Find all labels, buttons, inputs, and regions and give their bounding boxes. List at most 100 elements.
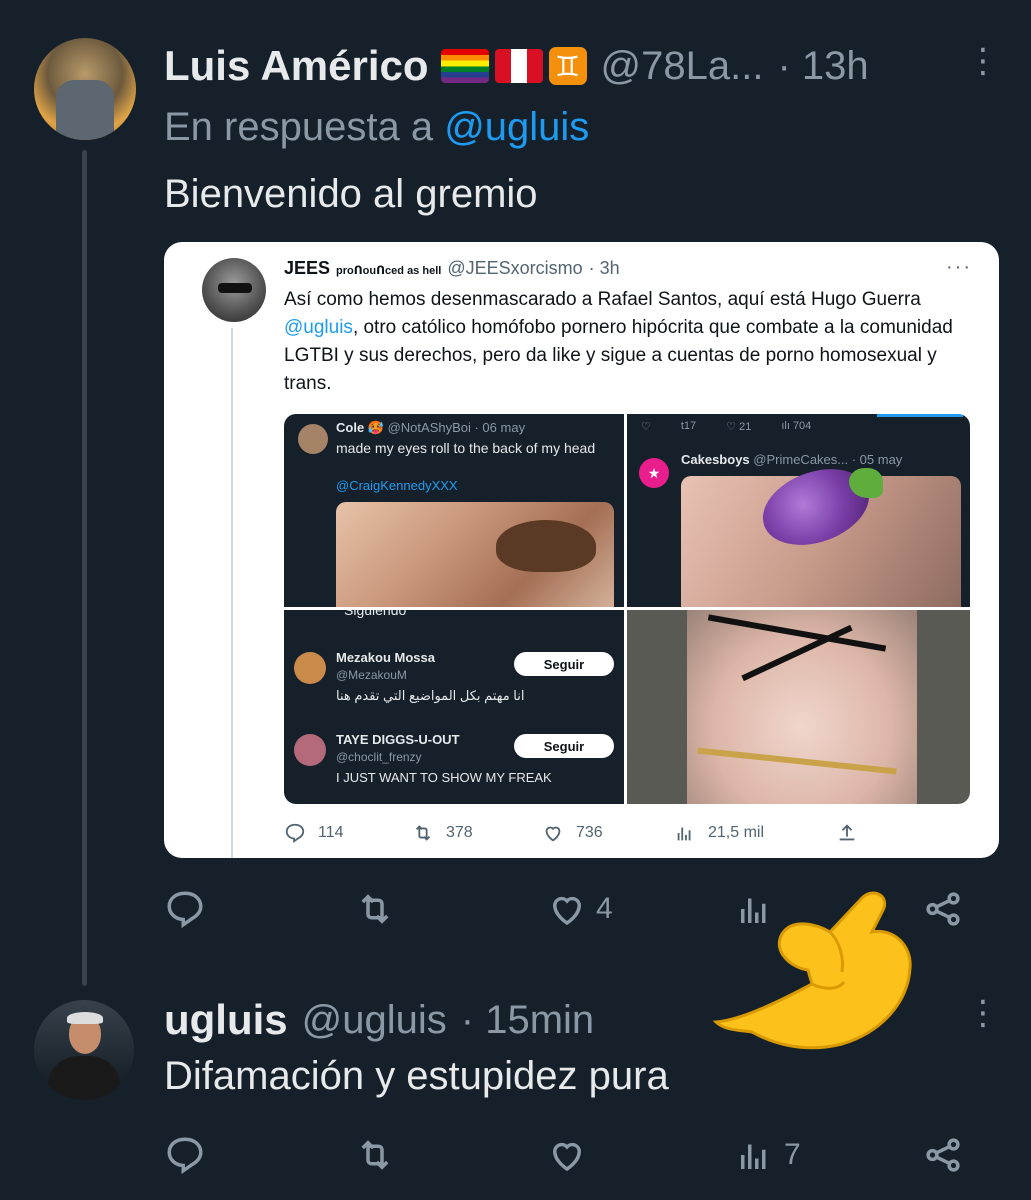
display-name: Mezakou Mossa — [336, 650, 435, 665]
timestamp: · 3h — [588, 258, 620, 278]
progress-bar — [877, 414, 963, 417]
photo — [336, 502, 614, 607]
share-icon — [926, 1138, 960, 1172]
user-handle: @JEESxorcismo — [447, 258, 583, 278]
more-options-icon[interactable]: ⋮ — [966, 996, 1000, 1030]
reply-prefix: En respuesta a — [164, 105, 445, 149]
display-name: Cole — [336, 420, 365, 435]
bio: انا مهتم بكل المواضيع التي تقدم هنا — [336, 688, 525, 703]
thread-connector-line — [231, 328, 233, 858]
like-button[interactable]: 4 — [546, 888, 613, 930]
avatar[interactable] — [34, 1000, 134, 1100]
display-name[interactable]: ugluis — [164, 996, 288, 1044]
views-icon — [677, 827, 691, 841]
reply-button[interactable] — [164, 1134, 206, 1176]
grid-image-1: Cole 🥵 @NotAShyBoi · 06 may made my eyes… — [284, 414, 624, 607]
like-count: 4 — [596, 892, 613, 925]
photo — [681, 455, 961, 607]
quoted-header: Cole 🥵 @NotAShyBoi · 06 may — [336, 420, 526, 435]
display-name: TAYE DIGGS-U-OUT — [336, 732, 460, 747]
timestamp[interactable]: · 13h — [777, 44, 868, 89]
embedded-tweet-header: JEES proᑎouᑎced as hell @JEESxorcismo · … — [284, 258, 620, 279]
share-button[interactable] — [922, 888, 964, 930]
views-count: 7 — [784, 1138, 801, 1171]
image-grid: Cole 🥵 @NotAShyBoi · 06 may made my eyes… — [284, 414, 970, 804]
user-handle: @PrimeCakes... · 05 may — [753, 452, 903, 467]
list-item: TAYE DIGGS-U-OUT @choclit_frenzy I JUST … — [294, 730, 616, 800]
avatar — [294, 734, 326, 766]
retweet-icon — [415, 825, 431, 841]
avatar — [298, 424, 328, 454]
grid-image-2: ♡ t17 ♡ 21 ılı 704 ★ Cakesboys @PrimeCak… — [627, 414, 970, 607]
eggplant-leaf — [849, 468, 883, 498]
action-icons: ♡ t17 ♡ 21 ılı 704 — [641, 420, 811, 433]
reply-count: 114 — [318, 824, 344, 841]
heart-icon — [552, 896, 582, 926]
list-item: Mezakou Mossa @MezakouM انا مهتم بكل الم… — [294, 648, 616, 718]
text-part: Así como hemos desenmascarado a Rafael S… — [284, 289, 921, 310]
reply-button[interactable] — [164, 888, 206, 930]
reply-icon: ♡ — [641, 421, 651, 433]
user-handle[interactable]: @ugluis — [302, 998, 447, 1043]
display-name: Cakesboys — [681, 452, 750, 467]
tweet-text: Difamación y estupidez pura — [164, 1054, 669, 1098]
follow-button: Seguir — [514, 734, 614, 758]
tweet-header: Luis Américo ♊ @78La... · 13h — [164, 38, 869, 94]
reply-context: En respuesta a @ugluis — [164, 105, 589, 150]
avatar — [202, 258, 266, 322]
heart-icon — [552, 1142, 582, 1172]
more-options-icon: ··· — [946, 256, 972, 278]
tweet-action-bar: 7 — [164, 1134, 974, 1184]
mention-link: @CraigKennedyXXX — [336, 478, 458, 493]
more-options-icon[interactable]: ⋮ — [966, 44, 1000, 78]
retweet-count: t17 — [680, 420, 697, 432]
pointing-hand-icon — [712, 891, 912, 1050]
user-handle: @choclit_frenzy — [336, 750, 422, 764]
share-action — [836, 822, 858, 844]
name-tag: proᑎouᑎced as hell — [336, 265, 442, 277]
quoted-text: made my eyes roll to the back of my head — [336, 440, 596, 456]
timestamp[interactable]: · 15min — [461, 998, 594, 1043]
share-icon — [926, 892, 960, 926]
retweet-button[interactable] — [354, 1134, 396, 1176]
user-handle: @NotAShyBoi · 06 may — [387, 420, 526, 435]
text-part: , otro católico homófobo pornero hipócri… — [284, 317, 953, 394]
embedded-tweet-text: Así como hemos desenmascarado a Rafael S… — [284, 286, 974, 398]
avatar[interactable] — [34, 38, 136, 140]
retweet-button[interactable] — [354, 888, 396, 930]
bio: I JUST WANT TO SHOW MY FREAK — [336, 770, 552, 785]
thread-connector-line — [82, 150, 87, 986]
embedded-screenshot[interactable]: JEES proᑎouᑎced as hell @JEESxorcismo · … — [164, 242, 999, 858]
views-count: 21,5 mil — [708, 824, 765, 841]
like-action: 736 — [542, 822, 603, 844]
quoted-header: Cakesboys @PrimeCakes... · 05 may — [681, 452, 902, 467]
views-icon — [741, 1144, 766, 1169]
upload-icon — [839, 824, 855, 841]
display-name: JEES — [284, 258, 331, 278]
avatar — [294, 652, 326, 684]
views-action: 21,5 mil — [674, 822, 764, 844]
views-count: ılı 704 — [781, 420, 812, 432]
retweet-icon — [361, 894, 389, 924]
share-button[interactable] — [922, 1134, 964, 1176]
gemini-icon: ♊ — [548, 47, 587, 85]
user-handle: @MezakouM — [336, 668, 407, 682]
reply-action: 114 — [284, 822, 344, 844]
rainbow-flag-icon — [440, 49, 489, 83]
star-icon: ★ — [639, 458, 669, 488]
like-button[interactable] — [546, 1134, 588, 1176]
retweet-count: 378 — [446, 824, 473, 841]
heart-icon — [545, 826, 561, 842]
reply-icon — [167, 891, 203, 929]
tweet-header: ugluis @ugluis · 15min — [164, 992, 594, 1048]
display-name[interactable]: Luis Américo — [164, 42, 429, 90]
retweet-action: 378 — [412, 822, 473, 844]
like-count: ♡ 21 — [726, 421, 752, 433]
reply-mention-link[interactable]: @ugluis — [444, 105, 589, 149]
tweet-text: Bienvenido al gremio — [164, 172, 538, 216]
grid-image-4 — [627, 610, 970, 804]
user-handle[interactable]: @78La... — [601, 44, 764, 89]
reply-icon — [285, 823, 305, 844]
views-button[interactable]: 7 — [734, 1134, 801, 1176]
like-count: 736 — [576, 824, 603, 841]
